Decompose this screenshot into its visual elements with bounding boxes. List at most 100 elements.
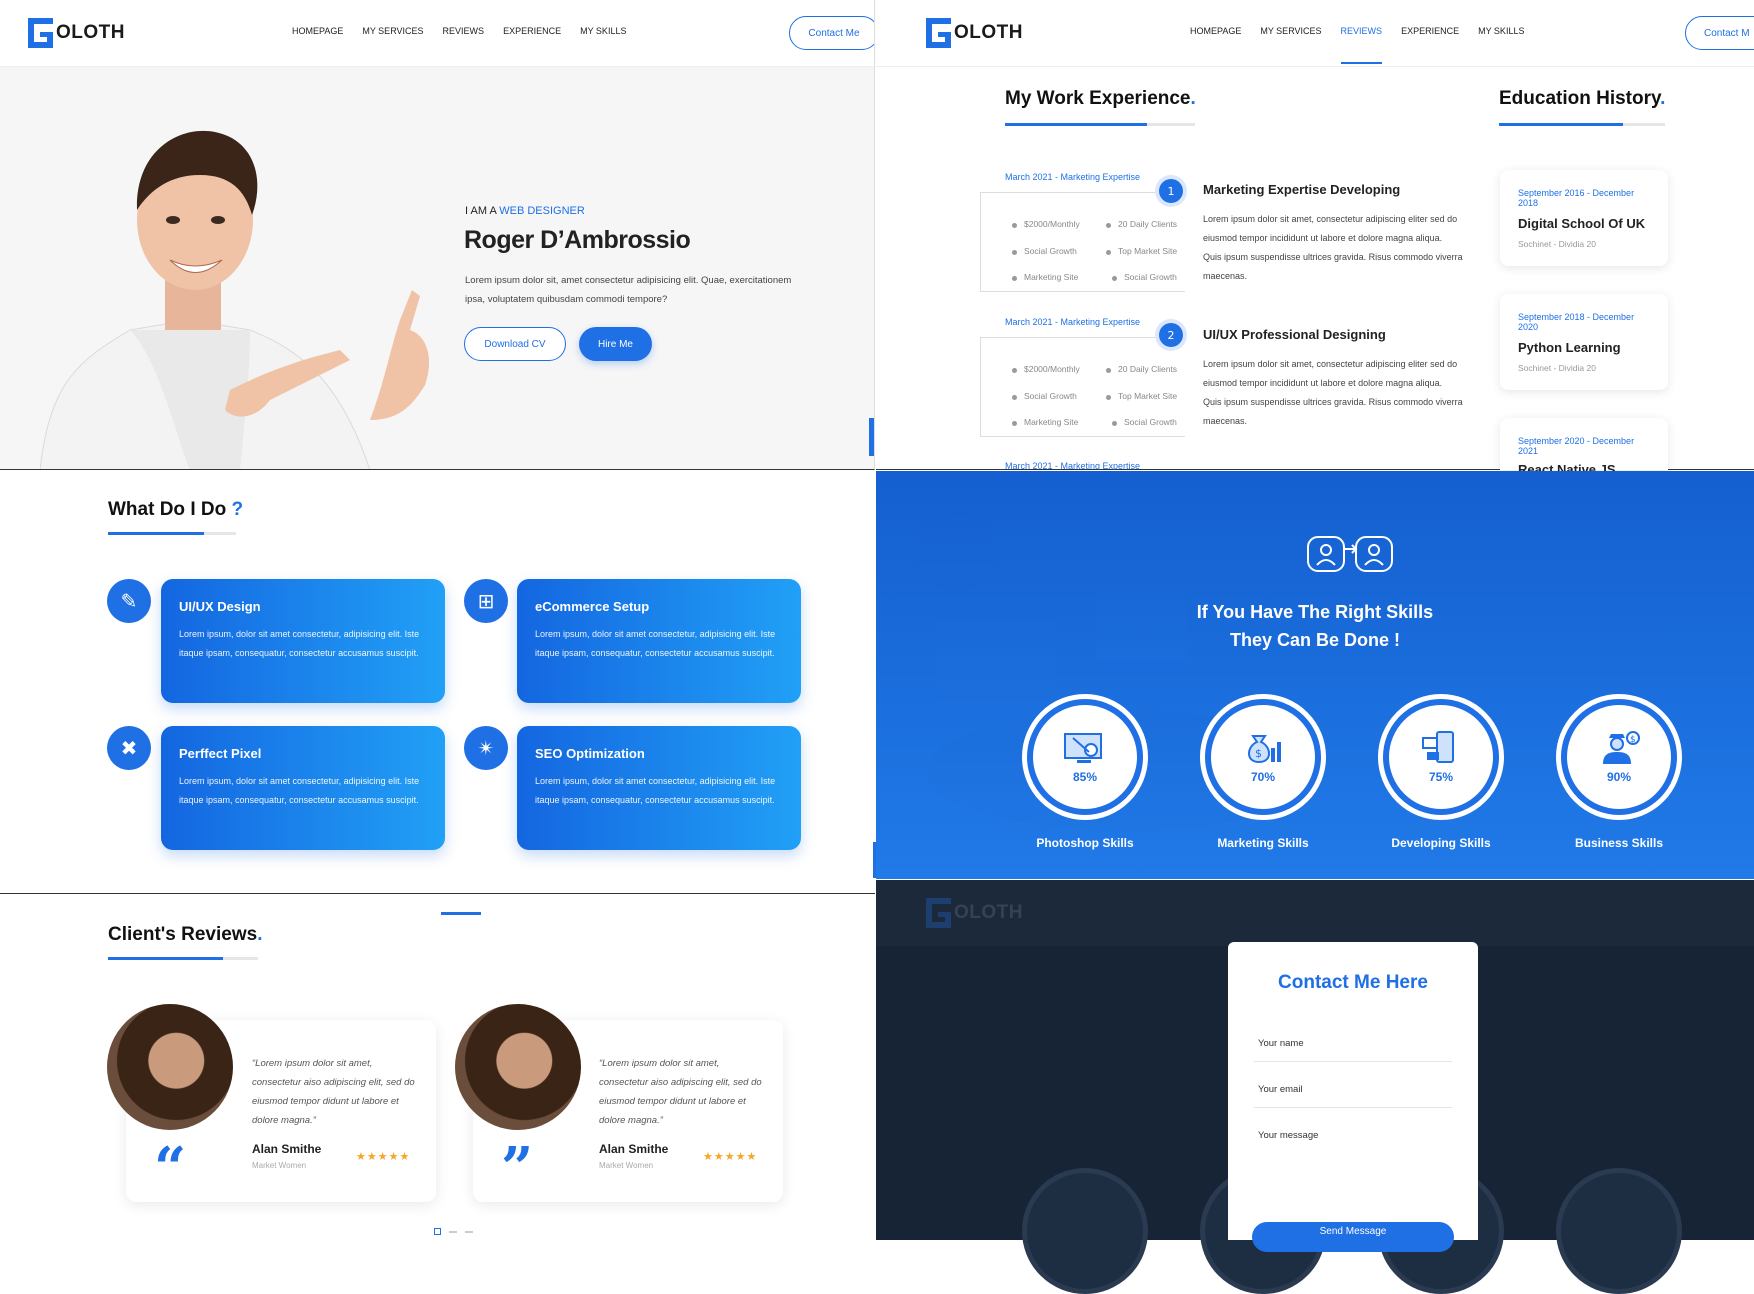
contact-me-button[interactable]: Contact M: [1685, 16, 1754, 50]
experience-number: 2: [1159, 323, 1183, 347]
hero-portrait: [40, 130, 430, 469]
education-card: September 2020 - December 2021 React Nat…: [1500, 418, 1668, 492]
education-location: Sochinet - Dividia 20: [1518, 239, 1596, 249]
skills-headline-1: If You Have The Right Skills: [1196, 602, 1434, 622]
bullet: $2000/Monthly: [1012, 219, 1080, 229]
site-header: OLOTH HOMEPAGE MY SERVICES REVIEWS EXPER…: [0, 0, 874, 66]
service-title: UI/UX Design: [179, 599, 261, 614]
nav-experience[interactable]: EXPERIENCE: [1401, 26, 1459, 36]
bullet: 20 Daily Clients: [1105, 364, 1178, 374]
hire-me-button[interactable]: Hire Me: [579, 327, 652, 361]
name-field[interactable]: Your name: [1254, 1030, 1452, 1062]
bullet: Top Market Site: [1105, 246, 1178, 256]
experience-date: March 2021 - Marketing Expertise: [1005, 172, 1141, 182]
education-card: September 2016 - December 2018 Digital S…: [1500, 170, 1668, 266]
logo-mark-icon: [926, 18, 951, 48]
bullet: $2000/Monthly: [1012, 364, 1080, 374]
logo-text: OLOTH: [954, 902, 1023, 923]
logo[interactable]: OLOTH: [28, 18, 125, 48]
skill-percent: 85%: [1072, 770, 1098, 784]
education-title: Education History.: [1499, 88, 1666, 109]
reviewer-role: Market Women: [252, 1161, 307, 1170]
nav-my-services[interactable]: MY SERVICES: [362, 26, 423, 36]
service-text: Lorem ipsum, dolor sit amet consectetur,…: [179, 629, 420, 658]
education-card: September 2018 - December 2020 Python Le…: [1500, 294, 1668, 390]
education-school: Python Learning: [1518, 340, 1621, 355]
skills-headline-2: They Can Be Done !: [1229, 630, 1401, 650]
bullet: Social Growth: [1112, 272, 1177, 282]
nav-my-skills[interactable]: MY SKILLS: [580, 26, 626, 36]
pencil-icon: ✎: [107, 579, 151, 623]
services-title-underline: [108, 532, 236, 535]
quote-close-icon: ”: [501, 1135, 534, 1201]
main-nav-2: HOMEPAGE MY SERVICES REVIEWS EXPERIENCE …: [1190, 26, 1524, 64]
skills-exchange-icon: [1307, 536, 1393, 572]
nav-my-services[interactable]: MY SERVICES: [1260, 26, 1321, 36]
service-title: Perffect Pixel: [179, 746, 262, 761]
reviews-title: Client's Reviews.: [108, 924, 263, 945]
experience-date: March 2021 - Marketing Expertise: [1005, 317, 1141, 327]
carousel-dot-active[interactable]: [434, 1228, 441, 1235]
skill-photoshop: 85% Photoshop Skills: [1022, 694, 1148, 850]
nav-homepage[interactable]: HOMEPAGE: [292, 26, 343, 36]
service-text: Lorem ipsum, dolor sit amet consectetur,…: [535, 629, 776, 658]
experience-title-2: UI/UX Professional Designing: [1203, 327, 1386, 342]
logo-2[interactable]: OLOTH: [926, 18, 1023, 48]
send-message-label: Send Message: [1319, 1225, 1387, 1237]
skill-label: Photoshop Skills: [1036, 836, 1134, 850]
experience-title-1: Marketing Expertise Developing: [1203, 182, 1401, 197]
carousel-dot[interactable]: [465, 1230, 473, 1233]
svg-text:$: $: [1255, 747, 1262, 760]
logo-text: OLOTH: [954, 22, 1023, 43]
bullet: Marketing Site: [1011, 272, 1079, 282]
nav-homepage[interactable]: HOMEPAGE: [1190, 26, 1241, 36]
service-card-pixel[interactable]: Perffect Pixel Lorem ipsum, dolor sit am…: [161, 726, 445, 850]
service-card-uiux[interactable]: UI/UX Design Lorem ipsum, dolor sit amet…: [161, 579, 445, 703]
bullet: Top Market Site: [1105, 391, 1178, 401]
carousel-dots[interactable]: [434, 1228, 473, 1235]
hero-name: Roger D’Ambrossio: [464, 226, 691, 254]
contact-me-button[interactable]: Contact Me: [789, 16, 874, 50]
nav-reviews[interactable]: REVIEWS: [443, 26, 485, 36]
carousel-dot[interactable]: [449, 1230, 457, 1233]
cart-icon: ⊞: [464, 579, 508, 623]
skill-developing: 75% Developing Skills: [1378, 694, 1504, 850]
services-title: What Do I Do ?: [108, 499, 244, 520]
businessman-icon: $: [1603, 731, 1640, 764]
service-text: Lorem ipsum, dolor sit amet consectetur,…: [179, 776, 420, 805]
skill-label: Business Skills: [1574, 836, 1664, 850]
skill-percent: 75%: [1428, 770, 1454, 784]
avatar: [107, 1004, 233, 1130]
logo-mark-icon: [28, 18, 53, 48]
skill-label: Developing Skills: [1391, 836, 1491, 850]
download-cv-button[interactable]: Download CV: [464, 327, 566, 361]
service-title: eCommerce Setup: [535, 599, 650, 614]
send-message-button[interactable]: Send Message: [1252, 1222, 1454, 1252]
design-monitor-icon: [1064, 733, 1102, 763]
nav-reviews-active[interactable]: REVIEWS: [1340, 26, 1382, 64]
education-title-underline: [1499, 123, 1665, 126]
nav-my-skills[interactable]: MY SKILLS: [1478, 26, 1524, 36]
experience-title-underline: [1005, 123, 1195, 126]
review-quote: “Lorem ipsum dolor sit amet, consectetur…: [599, 1058, 762, 1126]
main-nav: HOMEPAGE MY SERVICES REVIEWS EXPERIENCE …: [292, 26, 626, 36]
message-field[interactable]: Your message: [1254, 1122, 1452, 1192]
service-card-seo[interactable]: SEO Optimization Lorem ipsum, dolor sit …: [517, 726, 801, 850]
skill-marketing: $ 70% Marketing Skills: [1200, 694, 1326, 850]
experience-date: March 2021 - Marketing Expertise: [1005, 461, 1141, 470]
nav-experience[interactable]: EXPERIENCE: [503, 26, 561, 36]
star-rating: ★★★★★: [356, 1150, 411, 1163]
skill-label: Marketing Skills: [1217, 836, 1309, 850]
hero-panel: OLOTH HOMEPAGE MY SERVICES REVIEWS EXPER…: [0, 0, 875, 470]
section-indicator: [441, 912, 481, 915]
bullet: Social Growth: [1112, 417, 1177, 427]
education-school: Digital School Of UK: [1518, 216, 1646, 231]
email-field[interactable]: Your email: [1254, 1076, 1452, 1108]
experience-description: Lorem ipsum dolor sit amet, consectetur …: [1203, 214, 1463, 281]
service-card-ecommerce[interactable]: eCommerce Setup Lorem ipsum, dolor sit a…: [517, 579, 801, 703]
svg-text:$: $: [1630, 735, 1636, 745]
service-text: Lorem ipsum, dolor sit amet consectetur,…: [535, 776, 776, 805]
education-location: Sochinet - Dividia 20: [1518, 363, 1596, 373]
rocket-icon: ✴: [464, 726, 508, 770]
bullet: Marketing Site: [1011, 417, 1079, 427]
